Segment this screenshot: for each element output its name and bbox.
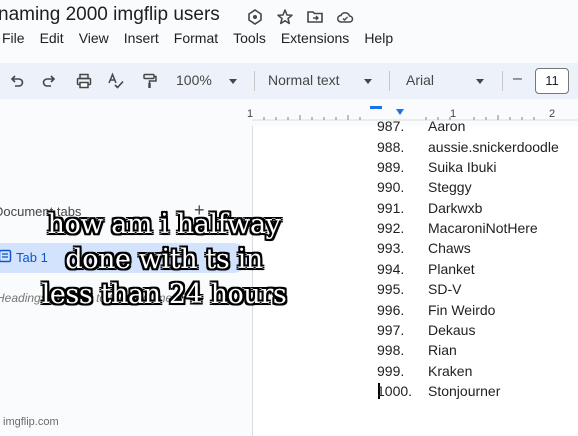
zoom-select[interactable]: 100%: [176, 72, 212, 88]
list-number: 994.: [377, 261, 405, 277]
ruler-label: 1: [247, 108, 254, 120]
ruler-label: 2: [549, 108, 556, 120]
list-item[interactable]: 1000. Stonjourner: [377, 383, 500, 399]
list-number: 990.: [377, 179, 405, 195]
list-name: Rian: [428, 342, 457, 358]
undo-icon[interactable]: [8, 72, 26, 90]
meme-caption: how am i halfway done with ts in less th…: [0, 207, 332, 312]
style-caret-icon[interactable]: [364, 79, 372, 84]
list-number: 997.: [377, 322, 405, 338]
list-number: 992.: [377, 220, 405, 236]
menu-help[interactable]: Help: [364, 30, 393, 52]
list-number: 996.: [377, 302, 405, 318]
zoom-caret-icon[interactable]: [229, 79, 237, 84]
menu-bar: File Edit View Insert Format Tools Exten…: [0, 30, 408, 52]
list-name: Suika Ibuki: [428, 159, 497, 175]
toolbar-divider: [502, 71, 503, 91]
left-indent-marker: [396, 109, 404, 115]
list-number: 999.: [377, 363, 405, 379]
redo-icon[interactable]: [40, 72, 58, 90]
list-name: Stonjourner: [428, 383, 501, 399]
font-caret-icon[interactable]: [476, 79, 484, 84]
tag-icon[interactable]: [246, 8, 264, 26]
first-line-indent-marker: [370, 106, 382, 109]
decrease-font-size-button[interactable]: –: [513, 70, 522, 88]
font-size-input[interactable]: 11: [535, 68, 569, 94]
list-number: 987.: [377, 118, 405, 134]
list-name: Darkwxb: [428, 200, 483, 216]
paint-format-icon[interactable]: [141, 72, 159, 90]
list-name: Kraken: [428, 363, 473, 379]
toolbar-divider: [254, 71, 255, 91]
caption-line: less than 24 hours: [41, 279, 287, 310]
title-bar: naming 2000 imgflip users: [0, 0, 578, 30]
caption-line: how am i halfway: [47, 209, 281, 240]
list-name: Dekaus: [428, 322, 476, 338]
style-select[interactable]: Normal text: [268, 72, 340, 88]
list-name: Steggy: [428, 179, 472, 195]
list-number: 989.: [377, 159, 405, 175]
menu-insert[interactable]: Insert: [124, 30, 159, 52]
menu-edit[interactable]: Edit: [40, 30, 64, 52]
document-title[interactable]: naming 2000 imgflip users: [0, 4, 220, 26]
list-name: Chaws: [428, 240, 471, 256]
menu-extensions[interactable]: Extensions: [281, 30, 349, 52]
list-number: 991.: [377, 200, 405, 216]
list-name: Aaron: [428, 118, 466, 134]
list-number: 995.: [377, 281, 405, 297]
imgflip-watermark: imgflip.com: [3, 416, 59, 428]
toolbar: 100% Normal text Arial – 11: [0, 63, 578, 99]
list-number: 1000.: [377, 383, 413, 399]
title-icons: [246, 8, 354, 26]
spellcheck-icon[interactable]: [107, 72, 125, 90]
menu-tools[interactable]: Tools: [233, 30, 266, 52]
menu-view[interactable]: View: [79, 30, 109, 52]
move-to-folder-icon[interactable]: [306, 8, 324, 26]
toolbar-divider: [389, 71, 390, 91]
print-icon[interactable]: [75, 72, 93, 90]
list-number: 993.: [377, 240, 405, 256]
list-name: Fin Weirdo: [428, 302, 496, 318]
list-name: Planket: [428, 261, 475, 277]
menu-file[interactable]: File: [2, 30, 25, 52]
caption-line: done with ts in: [65, 244, 263, 275]
star-icon[interactable]: [276, 8, 294, 26]
list-number: 998.: [377, 342, 405, 358]
font-select[interactable]: Arial: [406, 72, 434, 88]
list-number: 988.: [377, 139, 405, 155]
list-name: aussie.snickerdoodle: [428, 139, 559, 155]
list-name: MacaroniNotHere: [428, 220, 538, 236]
menu-format[interactable]: Format: [174, 30, 218, 52]
list-name: SD-V: [428, 281, 462, 297]
cloud-saved-icon[interactable]: [336, 8, 354, 26]
